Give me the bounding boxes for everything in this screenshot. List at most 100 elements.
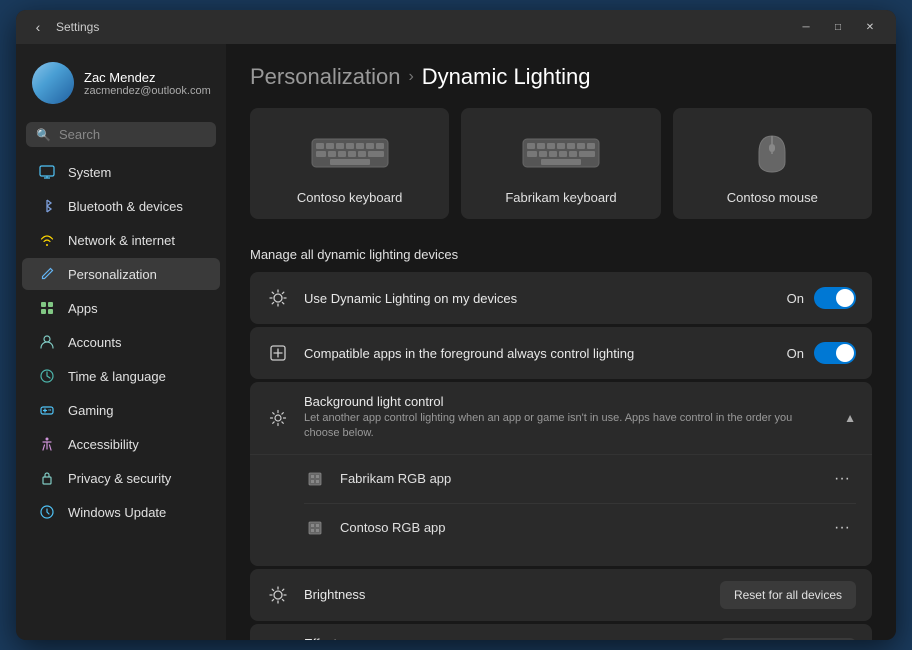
sidebar-label-windows-update: Windows Update (68, 505, 166, 520)
device-card-contoso-mouse[interactable]: Contoso mouse (673, 108, 872, 219)
search-input[interactable] (59, 127, 206, 142)
sidebar-item-time[interactable]: Time & language (22, 360, 220, 392)
search-icon: 🔍 (36, 128, 51, 142)
setting-item-compatible-apps[interactable]: Compatible apps in the foreground always… (250, 327, 872, 379)
sidebar-item-bluetooth[interactable]: Bluetooth & devices (22, 190, 220, 222)
gaming-icon (38, 401, 56, 419)
maximize-button[interactable]: □ (824, 17, 852, 37)
sidebar-item-accessibility[interactable]: Accessibility (22, 428, 220, 460)
system-icon (38, 163, 56, 181)
sidebar-item-accounts[interactable]: Accounts (22, 326, 220, 358)
more-button-contoso-rgb[interactable]: ··· (828, 514, 856, 542)
status-compatible-apps: On (787, 346, 804, 361)
setting-right-compatible-apps: On (787, 342, 856, 364)
setting-text-dynamic-lighting: Use Dynamic Lighting on my devices (304, 291, 773, 306)
user-profile[interactable]: Zac Mendez zacmendez@outlook.com (16, 52, 226, 118)
sub-item-contoso-rgb: Contoso RGB app ··· (304, 503, 856, 552)
sun-icon (266, 286, 290, 310)
device-name-contoso-mouse: Contoso mouse (727, 190, 818, 205)
keyboard-icon-fabrikam (521, 128, 601, 178)
user-email: zacmendez@outlook.com (84, 85, 211, 97)
breadcrumb-parent[interactable]: Personalization (250, 64, 400, 90)
personalization-icon (38, 265, 56, 283)
back-button[interactable]: ‹ (28, 17, 48, 37)
page-title: Dynamic Lighting (422, 64, 591, 90)
sidebar-label-system: System (68, 165, 111, 180)
setting-right-effects: Reset for all devices (720, 638, 856, 640)
titlebar-left: ‹ Settings (28, 17, 99, 37)
sidebar-label-bluetooth: Bluetooth & devices (68, 199, 183, 214)
sidebar-item-network[interactable]: Network & internet (22, 224, 220, 256)
keyboard-icon-contoso (310, 128, 390, 178)
search-box[interactable]: 🔍 (26, 122, 216, 147)
settings-window: ‹ Settings ─ □ ✕ Zac Mendez zacmendez@ou… (16, 10, 896, 640)
setting-right-background-light: ▲ (844, 411, 856, 425)
device-name-contoso-keyboard: Contoso keyboard (297, 190, 403, 205)
setting-title-dynamic-lighting: Use Dynamic Lighting on my devices (304, 291, 773, 306)
toggle-compatible-apps[interactable] (814, 342, 856, 364)
compatible-apps-icon (266, 341, 290, 365)
sidebar-label-time: Time & language (68, 369, 166, 384)
setting-row-compatible-apps: Compatible apps in the foreground always… (250, 327, 872, 379)
status-dynamic-lighting: On (787, 291, 804, 306)
section-header: Manage all dynamic lighting devices (250, 239, 872, 272)
windows-update-icon (38, 503, 56, 521)
setting-text-effects: Effects Choose color themes and effects … (304, 636, 706, 640)
apps-icon (38, 299, 56, 317)
chevron-up-icon: ▲ (844, 411, 856, 425)
sidebar-item-apps[interactable]: Apps (22, 292, 220, 324)
expanded-content-background-light: Fabrikam RGB app ··· Contoso RGB app ··· (250, 454, 872, 566)
avatar-image (32, 62, 74, 104)
setting-item-effects: Effects Choose color themes and effects … (250, 624, 872, 640)
sidebar-label-accounts: Accounts (68, 335, 121, 350)
device-card-fabrikam-keyboard[interactable]: Fabrikam keyboard (461, 108, 660, 219)
setting-title-brightness: Brightness (304, 587, 706, 602)
minimize-button[interactable]: ─ (792, 17, 820, 37)
accounts-icon (38, 333, 56, 351)
sub-label-contoso-rgb: Contoso RGB app (340, 520, 814, 535)
close-button[interactable]: ✕ (856, 17, 884, 37)
bluetooth-icon (38, 197, 56, 215)
titlebar-title: Settings (56, 20, 99, 34)
setting-item-dynamic-lighting[interactable]: Use Dynamic Lighting on my devices On (250, 272, 872, 324)
setting-row-effects: Effects Choose color themes and effects … (250, 624, 872, 640)
sidebar-item-privacy[interactable]: Privacy & security (22, 462, 220, 494)
mouse-icon-contoso (732, 128, 812, 178)
sidebar-label-network: Network & internet (68, 233, 175, 248)
user-name: Zac Mendez (84, 70, 211, 85)
sidebar-label-accessibility: Accessibility (68, 437, 139, 452)
setting-title-effects: Effects (304, 636, 706, 640)
sidebar-item-gaming[interactable]: Gaming (22, 394, 220, 426)
time-icon (38, 367, 56, 385)
sidebar-label-privacy: Privacy & security (68, 471, 171, 486)
titlebar-controls: ─ □ ✕ (792, 17, 884, 37)
toggle-dynamic-lighting[interactable] (814, 287, 856, 309)
setting-item-background-light[interactable]: Background light control Let another app… (250, 382, 872, 454)
setting-title-background-light: Background light control (304, 394, 830, 409)
network-icon (38, 231, 56, 249)
more-button-fabrikam-rgb[interactable]: ··· (828, 465, 856, 493)
sidebar-label-apps: Apps (68, 301, 98, 316)
setting-row-brightness: Brightness Reset for all devices (250, 569, 872, 621)
setting-text-compatible-apps: Compatible apps in the foreground always… (304, 346, 773, 361)
sidebar: Zac Mendez zacmendez@outlook.com 🔍 Syste… (16, 44, 226, 640)
setting-title-compatible-apps: Compatible apps in the foreground always… (304, 346, 773, 361)
avatar (32, 62, 74, 104)
setting-desc-background-light: Let another app control lighting when an… (304, 411, 830, 442)
reset-button-effects[interactable]: Reset for all devices (720, 638, 856, 640)
brightness-icon (266, 583, 290, 607)
main-content: Personalization › Dynamic Lighting (226, 44, 896, 640)
sidebar-item-system[interactable]: System (22, 156, 220, 188)
sidebar-label-personalization: Personalization (68, 267, 157, 282)
sub-label-fabrikam-rgb: Fabrikam RGB app (340, 471, 814, 486)
device-cards: Contoso keyboard (250, 108, 872, 219)
gear-icon (266, 406, 290, 430)
sidebar-item-personalization[interactable]: Personalization (22, 258, 220, 290)
privacy-icon (38, 469, 56, 487)
device-name-fabrikam-keyboard: Fabrikam keyboard (505, 190, 616, 205)
setting-right-dynamic-lighting: On (787, 287, 856, 309)
reset-button-brightness[interactable]: Reset for all devices (720, 581, 856, 609)
user-info: Zac Mendez zacmendez@outlook.com (84, 70, 211, 97)
device-card-contoso-keyboard[interactable]: Contoso keyboard (250, 108, 449, 219)
sidebar-item-windows-update[interactable]: Windows Update (22, 496, 220, 528)
